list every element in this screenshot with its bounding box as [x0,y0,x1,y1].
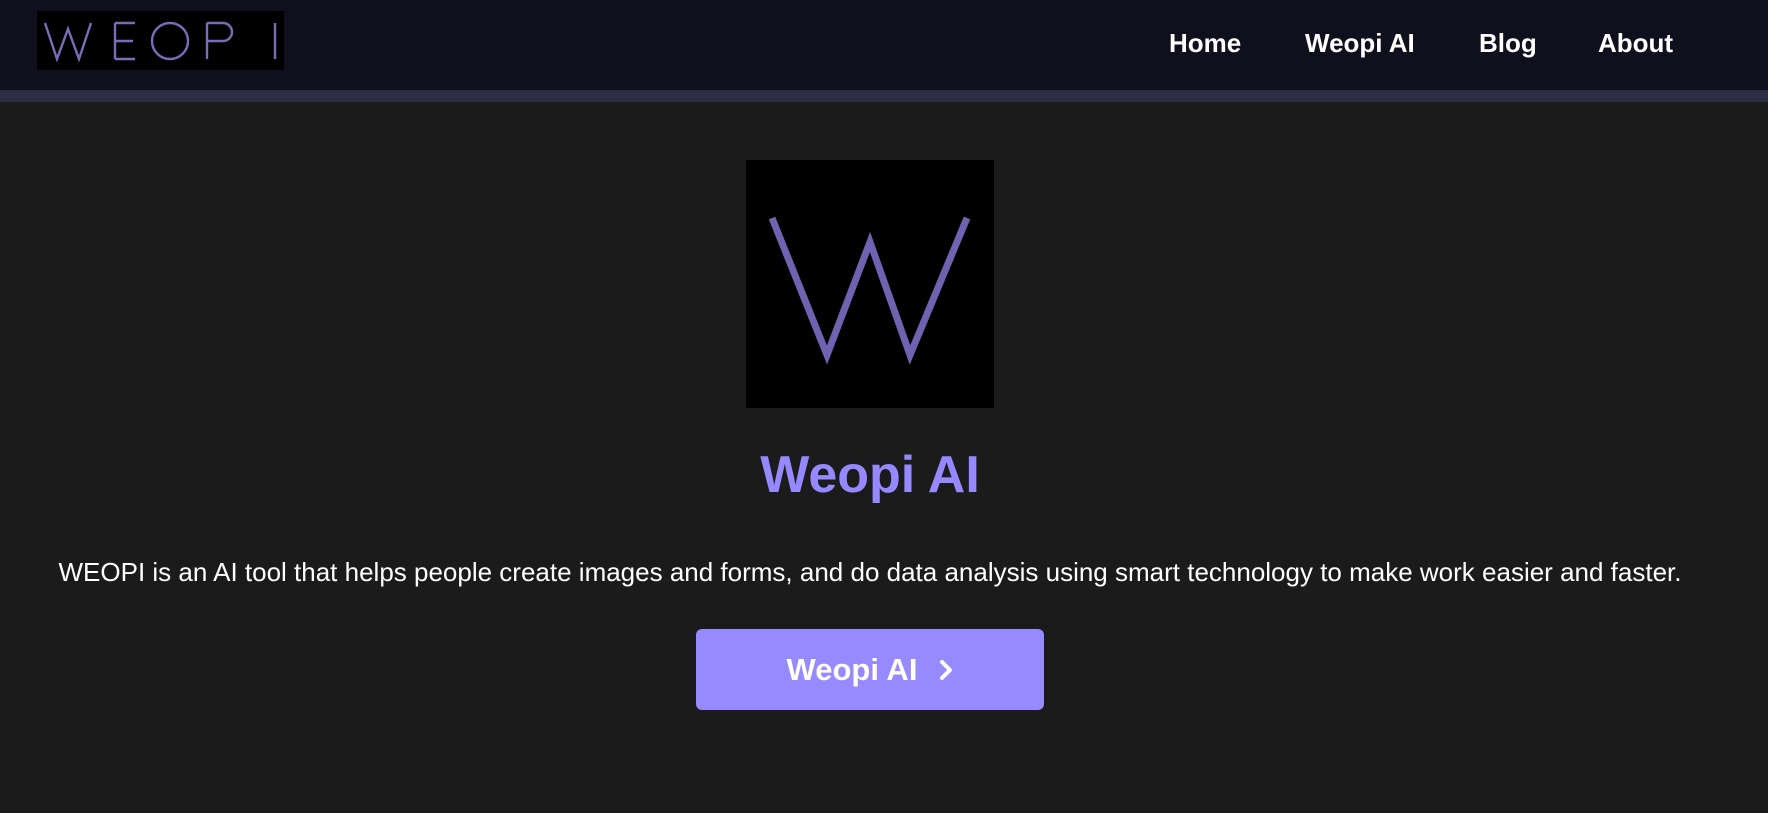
weopi-ai-cta-button[interactable]: Weopi AI [696,629,1044,710]
hero-title: Weopi AI [760,446,980,504]
weopi-logo[interactable] [37,11,284,70]
nav-about-link[interactable]: About [1598,0,1673,86]
header-divider [0,90,1768,102]
weopi-w-icon [768,216,971,365]
nav-blog-link[interactable]: Blog [1479,0,1537,86]
cta-label: Weopi AI [786,651,918,687]
chevron-right-icon [939,659,953,681]
hero-logo [746,160,994,408]
top-navbar: Home Weopi AI Blog About [0,0,1768,90]
weopi-logo-icon [43,21,277,63]
nav-home-link[interactable]: Home [1169,0,1241,86]
nav-weopi-ai-link[interactable]: Weopi AI [1305,0,1415,86]
hero-description: WEOPI is an AI tool that helps people cr… [58,557,1682,587]
